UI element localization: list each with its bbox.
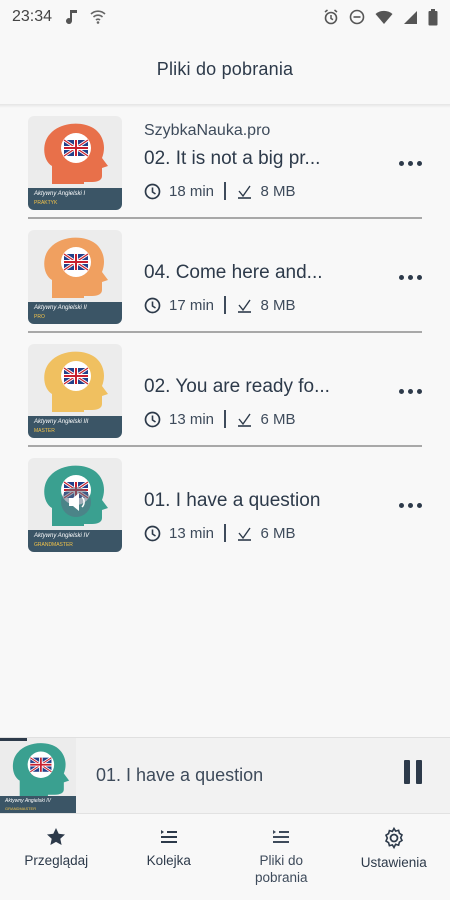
item-size: 8 MB [260,182,296,200]
head-with-flag-icon [12,743,70,797]
download-icon [237,185,251,199]
more-options-button[interactable] [392,148,428,178]
clock-icon [144,297,161,313]
item-meta: 13 min 6 MB [144,410,296,428]
item-meta: 17 min 8 MB [144,296,296,314]
download-icon [237,299,251,313]
cover-banner: Aktywny Angielski IV GRANDMASTER [28,530,122,552]
nav-item-settings[interactable]: Ustawienia [338,814,450,900]
meta-separator [224,524,226,542]
item-duration: 13 min [169,524,215,542]
gear-icon [384,826,403,850]
status-right-icons [323,8,438,26]
item-title: 04. Come here and... [144,262,323,283]
item-size: 6 MB [260,524,296,542]
head-with-flag-icon [44,465,108,526]
item-size: 8 MB [260,296,296,314]
cover-title: Aktywny Angielski IV [34,533,90,539]
nav-item-browse[interactable]: Przeglądaj [0,814,113,900]
cover-title: Aktywny Angielski I [34,191,86,197]
cover-level: PRO [34,314,45,320]
mini-player[interactable]: Aktywny Angielski IV GRANDMASTER 01. I h… [0,737,450,814]
nav-label: Pliki do pobrania [254,853,308,885]
course-cover-image: Aktywny Angielski II PRO [28,230,122,324]
nav-label: Przeglądaj [24,853,89,868]
battery-icon [428,8,438,25]
item-meta: 18 min 8 MB [144,182,296,200]
nav-item-downloads[interactable]: Pliki do pobrania [225,814,338,900]
item-duration: 17 min [169,296,215,314]
signal-icon [404,10,417,24]
item-title: 02. You are ready fo... [144,376,330,397]
mini-player-title[interactable]: 01. I have a question [96,765,263,786]
more-options-button[interactable] [392,376,428,406]
clock-icon [144,183,161,199]
list-item[interactable]: Aktywny Angielski I PRAKTYK SzybkaNauka.… [0,108,450,222]
pause-button[interactable] [398,760,428,790]
cover-level: GRANDMASTER [34,542,73,548]
app-header: Pliki do pobrania [0,34,450,104]
meta-separator [224,296,226,314]
clock-icon [144,411,161,427]
nav-item-queue[interactable]: Kolejka [113,814,226,900]
list-item[interactable]: Aktywny Angielski IV GRANDMASTER 01. I h… [0,450,450,564]
divider [28,445,422,447]
item-source: SzybkaNauka.pro [144,122,271,139]
playback-progress-bar[interactable] [0,738,27,741]
item-duration: 18 min [169,182,215,200]
cover-level: MASTER [34,428,55,434]
wifi-calling-icon [90,10,106,24]
head-with-flag-icon [44,237,108,298]
course-cover-image: Aktywny Angielski IV GRANDMASTER [28,458,122,552]
cover-level: GRANDMASTER [5,806,37,811]
cover-level: PRAKTYK [34,200,58,206]
download-list-icon [273,830,290,843]
meta-separator [224,182,226,200]
star-icon [47,828,66,845]
cover-title: Aktywny Angielski II [34,305,87,311]
download-icon [237,527,251,541]
do-not-disturb-icon [349,9,365,25]
mini-player-cover[interactable]: Aktywny Angielski IV GRANDMASTER [0,738,76,814]
status-bar: 23:34 [0,0,450,34]
divider [28,331,422,333]
cover-banner: Aktywny Angielski II PRO [28,302,122,324]
alarm-icon [324,9,338,25]
item-title: 02. It is not a big pr... [144,148,321,169]
item-meta: 13 min 6 MB [144,524,296,542]
cover-banner: Aktywny Angielski I PRAKTYK [28,188,122,210]
more-options-button[interactable] [392,262,428,292]
clock-icon [144,525,161,541]
nav-label: Kolejka [146,853,191,868]
status-left-icons [66,9,106,25]
list-item[interactable]: Aktywny Angielski III MASTER 02. You are… [0,336,450,450]
download-list: Aktywny Angielski I PRAKTYK SzybkaNauka.… [0,108,450,564]
divider [28,217,422,219]
list-item[interactable]: Aktywny Angielski II PRO 04. Come here a… [0,222,450,336]
nav-label: Ustawienia [360,855,427,870]
download-icon [237,413,251,427]
queue-list-icon [160,830,177,843]
item-duration: 13 min [169,410,215,428]
music-note-icon [66,10,78,25]
wifi-icon [375,10,393,24]
course-cover-image: Aktywny Angielski III MASTER [28,344,122,438]
status-time: 23:34 [12,8,53,25]
page-title: Pliki do pobrania [156,58,294,79]
item-title: 01. I have a question [144,490,321,511]
cover-banner: Aktywny Angielski III MASTER [28,416,122,438]
meta-separator [224,410,226,428]
head-with-flag-icon [44,351,108,412]
course-cover-image: Aktywny Angielski I PRAKTYK [28,116,122,210]
cover-title: Aktywny Angielski III [34,419,89,425]
item-size: 6 MB [260,410,296,428]
bottom-nav: Przeglądaj Kolejka Pliki do pobrania Ust… [0,813,450,900]
more-options-button[interactable] [392,490,428,520]
cover-title: Aktywny Angielski IV [5,798,51,804]
cover-banner: Aktywny Angielski IV GRANDMASTER [0,796,76,814]
head-with-flag-icon [44,123,108,184]
